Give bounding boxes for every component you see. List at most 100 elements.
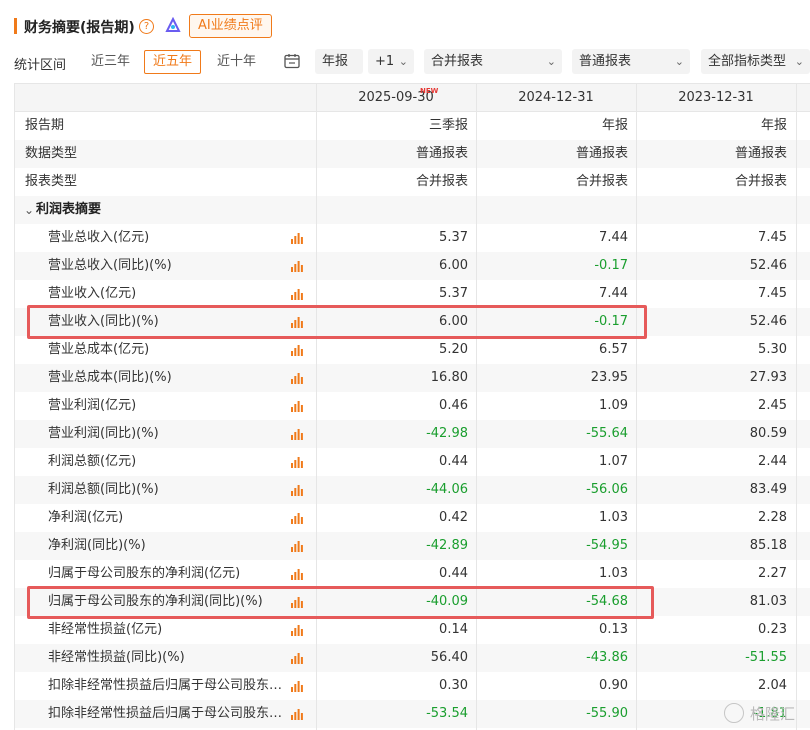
table-row[interactable]: 营业利润(同比)(%) -42.98 -55.64 80.59 [15, 420, 810, 448]
table-row[interactable]: 利润总额(同比)(%) -44.06 -56.06 83.49 [15, 476, 810, 504]
section-title: 利润表摘要 [36, 202, 102, 217]
row-value: 2.44 [758, 454, 787, 469]
row-label: 非经常性损益(亿元) [48, 622, 163, 637]
table-row[interactable]: 归属于母公司股东的净利润(亿元) 0.44 1.03 2.27 [15, 560, 810, 588]
row-value: 合并报表 [734, 174, 787, 189]
statement-type-value: 合并报表 [431, 54, 484, 69]
row-value: -42.98 [426, 426, 468, 441]
row-value: 5.37 [439, 286, 468, 301]
bar-chart-icon[interactable] [291, 597, 303, 608]
report-type-value: 年报 [322, 54, 349, 69]
row-label: 净利润(亿元) [48, 510, 124, 525]
financial-table: 2025-09-30 NEW 2024-12-31 2023-12-31 报告期… [14, 83, 810, 730]
table-row[interactable]: 营业总成本(同比)(%) 16.80 23.95 27.93 [15, 364, 810, 392]
row-value: 合并报表 [415, 174, 468, 189]
row-label: 营业利润(同比)(%) [48, 426, 159, 441]
column-divider [476, 84, 477, 730]
row-label: 营业总成本(亿元) [48, 342, 150, 357]
indicator-type-select[interactable]: 全部指标类型 ⌄ [701, 49, 810, 74]
bar-chart-icon[interactable] [291, 485, 303, 496]
row-label: 扣除非经常性损益后归属于母公司股东… [48, 706, 283, 721]
section-row[interactable]: ⌄ 利润表摘要 [15, 196, 810, 224]
column-header[interactable]: 2023-12-31 [636, 84, 796, 112]
meta-row: 报表类型 合并报表 合并报表 合并报表 [15, 168, 810, 196]
page-title: 财务摘要(报告期) [24, 20, 135, 36]
table-row[interactable]: 营业总收入(同比)(%) 6.00 -0.17 52.46 [15, 252, 810, 280]
bar-chart-icon[interactable] [291, 429, 303, 440]
bar-chart-icon[interactable] [291, 569, 303, 580]
row-value: 合并报表 [575, 174, 628, 189]
page-header: 财务摘要(报告期) ? AI业绩点评 [0, 0, 810, 46]
offset-value: +1 [375, 54, 395, 69]
row-value: -55.90 [586, 706, 628, 721]
row-value: 7.45 [758, 286, 787, 301]
bar-chart-icon[interactable] [291, 401, 303, 412]
row-value: -0.17 [594, 314, 628, 329]
row-value: 0.90 [599, 678, 628, 693]
row-value: -51.55 [745, 650, 787, 665]
bar-chart-icon[interactable] [291, 681, 303, 692]
bar-chart-icon[interactable] [291, 289, 303, 300]
table-row[interactable]: 非经常性损益(同比)(%) 56.40 -43.86 -51.55 [15, 644, 810, 672]
table-row[interactable]: 扣除非经常性损益后归属于母公司股东… 0.30 0.90 2.04 [15, 672, 810, 700]
row-label: 营业收入(同比)(%) [48, 314, 159, 329]
row-value: 5.37 [439, 230, 468, 245]
row-value: 年报 [601, 118, 628, 133]
table-row[interactable]: 营业收入(同比)(%) 6.00 -0.17 52.46 [15, 308, 810, 336]
calendar-icon[interactable] [283, 52, 301, 70]
table-row[interactable]: 非经常性损益(亿元) 0.14 0.13 0.23 [15, 616, 810, 644]
bar-chart-icon[interactable] [291, 457, 303, 468]
row-value: 7.44 [599, 230, 628, 245]
help-icon[interactable]: ? [139, 19, 154, 34]
row-value: 1.03 [599, 566, 628, 581]
row-label: 营业总收入(亿元) [48, 230, 150, 245]
bar-chart-icon[interactable] [291, 373, 303, 384]
report-format-select[interactable]: 普通报表 ⌄ [572, 49, 690, 74]
table-row[interactable]: 扣除非经常性损益后归属于母公司股东… -53.54 -55.90 -1.81 [15, 700, 810, 728]
chevron-down-icon: ⌄ [546, 55, 556, 68]
column-header[interactable]: 2024-12-31 [476, 84, 636, 112]
bar-chart-icon[interactable] [291, 345, 303, 356]
ai-review-button[interactable]: AI业绩点评 [189, 14, 272, 38]
table-row[interactable]: 营业总成本(亿元) 5.20 6.57 5.30 [15, 336, 810, 364]
range-5y-button[interactable]: 近五年 [144, 50, 202, 74]
report-type-select[interactable]: 年报 [315, 49, 363, 74]
row-label: 归属于母公司股东的净利润(同比)(%) [48, 594, 263, 609]
row-value: -43.86 [586, 650, 628, 665]
statement-type-select[interactable]: 合并报表 ⌄ [424, 49, 562, 74]
bar-chart-icon[interactable] [291, 317, 303, 328]
row-value: 0.14 [439, 622, 468, 637]
chevron-down-icon: ⌄ [398, 55, 408, 68]
bar-chart-icon[interactable] [291, 653, 303, 664]
bar-chart-icon[interactable] [291, 261, 303, 272]
meta-row: 报告期 三季报 年报 年报 [15, 112, 810, 140]
table-row[interactable]: 利润总额(亿元) 0.44 1.07 2.44 [15, 448, 810, 476]
row-value: -42.89 [426, 538, 468, 553]
table-row[interactable]: 营业收入(亿元) 5.37 7.44 7.45 [15, 280, 810, 308]
row-value: 0.30 [439, 678, 468, 693]
bar-chart-icon[interactable] [291, 541, 303, 552]
row-value: -54.68 [586, 594, 628, 609]
range-10y-button[interactable]: 近十年 [208, 50, 265, 74]
watermark-text: 格隆汇 [750, 705, 796, 723]
table-row[interactable]: 营业总收入(亿元) 5.37 7.44 7.45 [15, 224, 810, 252]
offset-select[interactable]: +1 ⌄ [368, 49, 414, 74]
row-value: 6.57 [599, 342, 628, 357]
report-format-value: 普通报表 [579, 54, 632, 69]
range-3y-button[interactable]: 近三年 [82, 50, 139, 74]
row-value: 23.95 [590, 370, 628, 385]
bar-chart-icon[interactable] [291, 513, 303, 524]
row-value: 16.80 [430, 370, 468, 385]
watermark: 格隆汇 [724, 702, 804, 724]
table-row[interactable]: 净利润(同比)(%) -42.89 -54.95 85.18 [15, 532, 810, 560]
table-row[interactable]: 净利润(亿元) 0.42 1.03 2.28 [15, 504, 810, 532]
row-value: 2.04 [758, 678, 787, 693]
bar-chart-icon[interactable] [291, 709, 303, 720]
watermark-logo-icon [724, 703, 744, 723]
column-header[interactable]: 2025-09-30 [316, 84, 476, 112]
table-row[interactable]: 归属于母公司股东的净利润(同比)(%) -40.09 -54.68 81.03 [15, 588, 810, 616]
bar-chart-icon[interactable] [291, 625, 303, 636]
bar-chart-icon[interactable] [291, 233, 303, 244]
row-value: 85.18 [749, 538, 787, 553]
table-row[interactable]: 营业利润(亿元) 0.46 1.09 2.45 [15, 392, 810, 420]
